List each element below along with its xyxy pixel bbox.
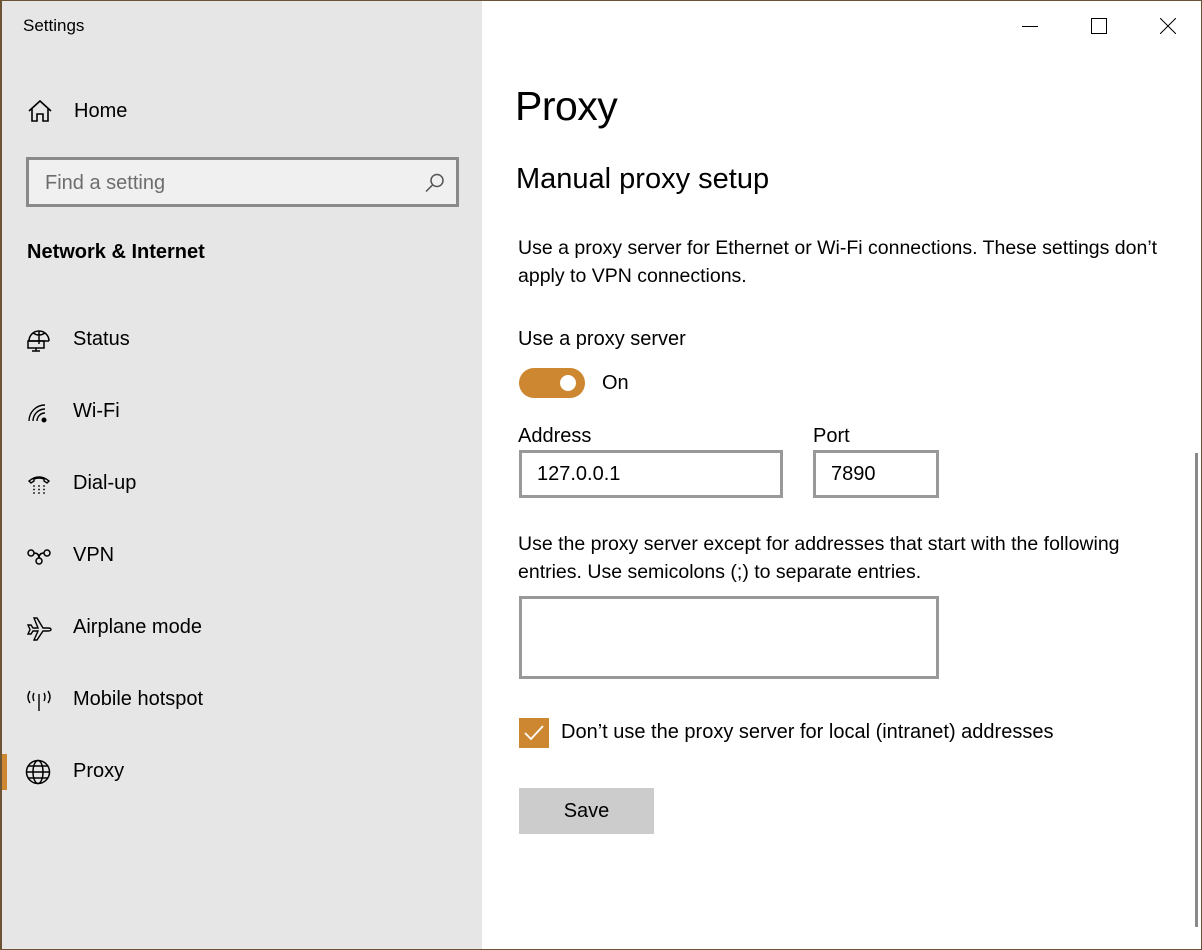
- sidebar-item-airplane-mode[interactable]: Airplane mode: [2, 604, 480, 652]
- section-title: Network & Internet: [27, 241, 205, 263]
- sidebar-item-label: Mobile hotspot: [73, 688, 204, 710]
- sidebar-item-status[interactable]: Status: [2, 316, 480, 364]
- proxy-description: Use a proxy server for Ethernet or Wi-Fi…: [518, 237, 1158, 287]
- exceptions-field[interactable]: [519, 596, 939, 679]
- sidebar-home-label: Home: [74, 99, 128, 122]
- network-status-icon: [25, 327, 53, 353]
- page-title: Proxy: [515, 83, 618, 129]
- vpn-icon: [25, 543, 53, 569]
- search-icon[interactable]: [424, 172, 446, 194]
- sidebar-home[interactable]: Home: [2, 89, 480, 133]
- save-button[interactable]: Save: [519, 788, 654, 834]
- address-field[interactable]: [519, 450, 783, 498]
- settings-window: Settings Home Network & Internet: [0, 0, 1202, 950]
- hotspot-icon: [25, 687, 53, 713]
- local-bypass-label[interactable]: Don’t use the proxy server for local (in…: [561, 721, 1053, 744]
- toggle-knob: [560, 375, 576, 391]
- dialup-phone-icon: [25, 471, 53, 497]
- airplane-icon: [25, 615, 53, 641]
- sidebar-item-vpn[interactable]: VPN: [2, 532, 480, 580]
- address-input[interactable]: [522, 453, 780, 495]
- scrollbar-thumb[interactable]: [1195, 453, 1198, 927]
- port-field[interactable]: [813, 450, 939, 498]
- sidebar-item-dialup[interactable]: Dial-up: [2, 460, 480, 508]
- sidebar-item-label: Status: [73, 328, 130, 350]
- section-heading: Manual proxy setup: [516, 163, 770, 195]
- use-proxy-toggle[interactable]: [519, 368, 585, 398]
- toggle-state-label: On: [602, 372, 629, 394]
- exceptions-input[interactable]: [522, 599, 936, 676]
- selection-indicator: [2, 754, 7, 790]
- wifi-icon: [25, 399, 53, 425]
- port-input[interactable]: [816, 453, 936, 495]
- globe-icon: [25, 759, 53, 785]
- sidebar-item-proxy[interactable]: Proxy: [2, 748, 480, 796]
- sidebar-item-label: Dial-up: [73, 472, 137, 494]
- search-input[interactable]: [43, 160, 417, 206]
- port-label: Port: [813, 425, 850, 447]
- sidebar-item-label: Airplane mode: [73, 616, 202, 638]
- sidebar: Settings Home Network & Internet: [2, 1, 482, 949]
- sidebar-item-wifi[interactable]: Wi-Fi: [2, 388, 480, 436]
- checkmark-icon: [524, 725, 544, 741]
- local-bypass-checkbox[interactable]: [519, 718, 549, 748]
- use-proxy-label: Use a proxy server: [518, 328, 686, 350]
- search-box[interactable]: [26, 157, 459, 207]
- home-icon: [27, 99, 53, 123]
- sidebar-item-label: Wi-Fi: [73, 400, 120, 422]
- sidebar-item-label: VPN: [73, 544, 115, 566]
- main-content: Proxy Manual proxy setup Use a proxy ser…: [482, 1, 1201, 949]
- app-title: Settings: [23, 16, 85, 35]
- sidebar-item-mobile-hotspot[interactable]: Mobile hotspot: [2, 676, 480, 724]
- exceptions-description: Use the proxy server except for addresse…: [518, 533, 1120, 583]
- sidebar-item-label: Proxy: [73, 760, 125, 782]
- address-label: Address: [518, 425, 592, 447]
